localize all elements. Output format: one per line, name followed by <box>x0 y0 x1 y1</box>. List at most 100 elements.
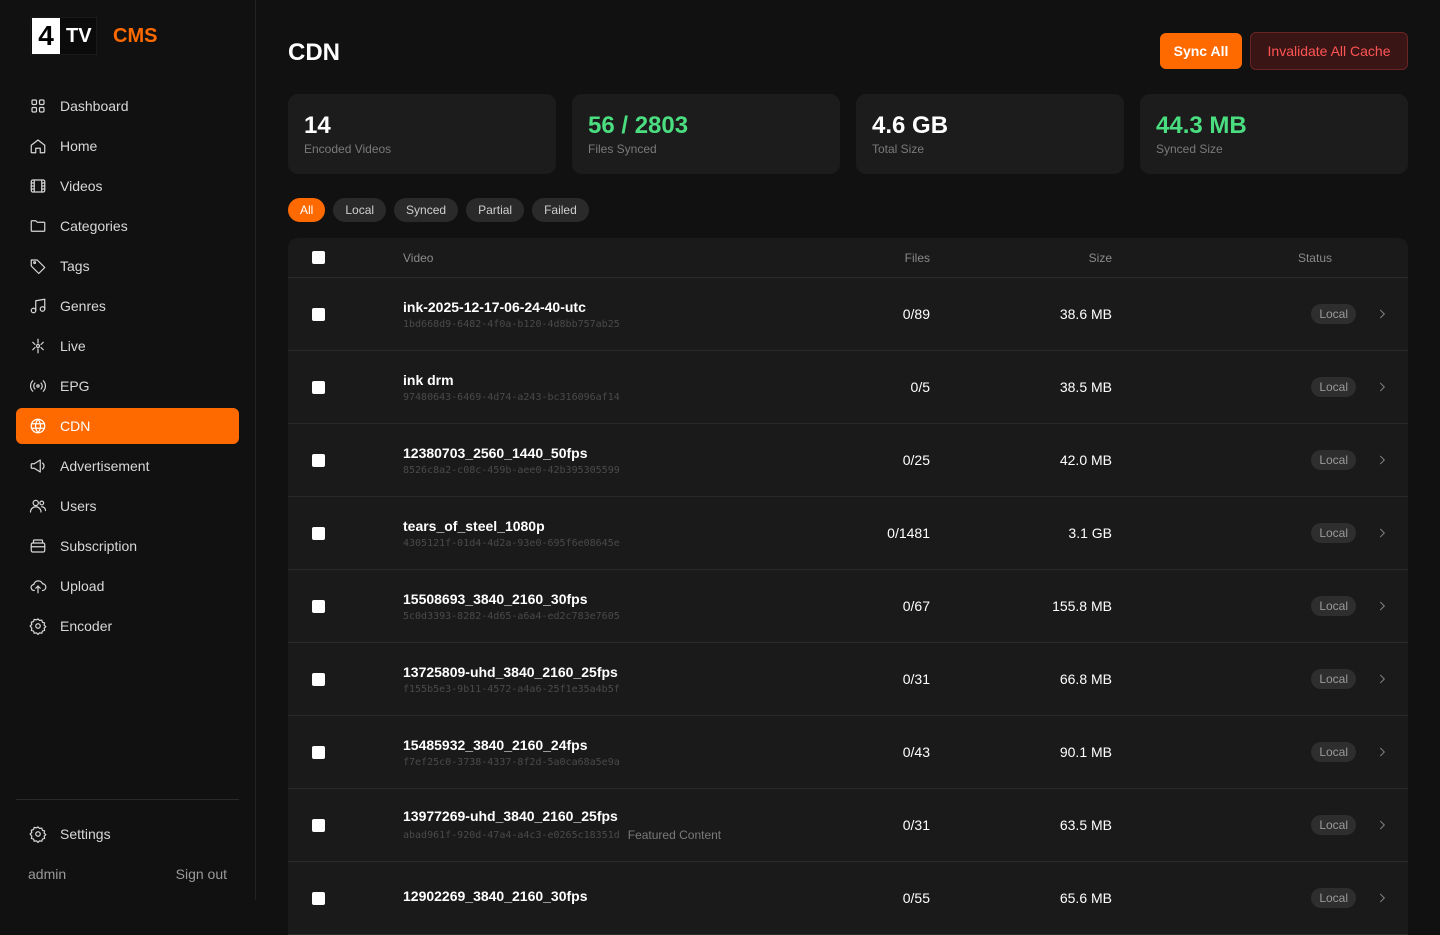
row-checkbox[interactable] <box>311 526 325 540</box>
app-logo[interactable]: 4 TV CMS <box>30 17 157 55</box>
filter-chip-all[interactable]: All <box>288 198 326 222</box>
sidebar-item-videos[interactable]: Videos <box>16 168 239 204</box>
size-cell: 63.5 MB <box>1059 817 1112 833</box>
files-cell: 0/25 <box>902 452 930 468</box>
stat-label: Encoded Videos <box>304 142 392 156</box>
video-cell: ink-2025-12-17-06-24-40-utc 1bd668d9-6482… <box>348 299 803 330</box>
chevron-right-icon[interactable] <box>1356 745 1408 759</box>
chevron-right-icon[interactable] <box>1356 891 1408 905</box>
wallet-icon <box>28 536 48 556</box>
cloud-upload-icon <box>28 576 48 596</box>
sign-out-link[interactable]: Sign out <box>176 866 227 882</box>
status-cell: Local <box>1112 888 1356 908</box>
video-meta: 97480643-6469-4d74-a243-bc316096af14 <box>403 392 803 403</box>
sidebar-item-dashboard[interactable]: Dashboard <box>16 88 239 124</box>
sidebar-item-epg[interactable]: EPG <box>16 368 239 404</box>
stat-card: 14 Encoded Videos <box>288 94 556 174</box>
sidebar-item-label: Videos <box>60 178 103 194</box>
files-cell: 0/31 <box>902 671 930 687</box>
chevron-right-icon[interactable] <box>1356 672 1408 686</box>
sidebar-item-encoder[interactable]: Encoder <box>16 608 239 644</box>
status-badge: Local <box>1311 304 1356 324</box>
sidebar-item-tags[interactable]: Tags <box>16 248 239 284</box>
status-filters: All Local Synced Partial Failed <box>288 198 589 222</box>
sidebar-item-label: Settings <box>60 826 111 842</box>
sidebar-item-cdn[interactable]: CDN <box>16 408 239 444</box>
status-cell: Local <box>1112 450 1356 470</box>
users-icon <box>28 496 48 516</box>
video-id: 97480643-6469-4d74-a243-bc316096af14 <box>403 391 620 403</box>
globe-icon <box>28 416 48 436</box>
video-meta: 5c0d3393-8282-4d65-a6a4-ed2c783e7605 <box>403 611 803 622</box>
select-all-checkbox[interactable] <box>311 251 325 264</box>
column-header-size: Size <box>1088 250 1112 265</box>
sync-all-button[interactable]: Sync All <box>1160 33 1242 69</box>
chevron-right-icon[interactable] <box>1356 599 1408 613</box>
table-row[interactable]: 15485932_3840_2160_24fps f7ef25c0-3738-43… <box>288 716 1408 789</box>
table-row[interactable]: 13725809-uhd_3840_2160_25fps f155b5e3-9b1… <box>288 643 1408 716</box>
sidebar-item-label: Dashboard <box>60 98 129 114</box>
files-cell: 0/43 <box>902 744 930 760</box>
sidebar-item-label: EPG <box>60 378 90 394</box>
video-id: 8526c8a2-c08c-459b-aee0-42b395305599 <box>403 464 620 476</box>
size-cell: 155.8 MB <box>1052 598 1112 614</box>
row-select-cell <box>288 891 348 905</box>
row-select-cell <box>288 380 348 394</box>
row-checkbox[interactable] <box>311 599 325 613</box>
sidebar-item-upload[interactable]: Upload <box>16 568 239 604</box>
sidebar-item-settings[interactable]: Settings <box>16 816 239 852</box>
filter-chip-synced[interactable]: Synced <box>394 198 459 222</box>
filter-chip-partial[interactable]: Partial <box>466 198 525 222</box>
home-icon <box>28 136 48 156</box>
sidebar-item-subscription[interactable]: Subscription <box>16 528 239 564</box>
sidebar-item-categories[interactable]: Categories <box>16 208 239 244</box>
current-user: admin <box>28 866 67 882</box>
broadcast-icon <box>28 376 48 396</box>
sidebar-item-label: Live <box>60 338 86 354</box>
stat-card: 56 / 2803 Files Synced <box>572 94 840 174</box>
chevron-right-icon[interactable] <box>1356 453 1408 467</box>
row-checkbox[interactable] <box>311 818 325 832</box>
sidebar-item-home[interactable]: Home <box>16 128 239 164</box>
chevron-right-icon[interactable] <box>1356 380 1408 394</box>
video-cell: 13725809-uhd_3840_2160_25fps f155b5e3-9b1… <box>348 664 803 695</box>
row-checkbox[interactable] <box>311 745 325 759</box>
stat-label: Total Size <box>872 142 925 156</box>
row-select-cell <box>288 599 348 613</box>
sidebar-item-users[interactable]: Users <box>16 488 239 524</box>
files-cell: 0/5 <box>910 379 930 395</box>
row-select-cell <box>288 526 348 540</box>
sidebar-divider <box>16 799 239 800</box>
video-cell: 12902269_3840_2160_30fps <box>348 888 803 908</box>
table-row[interactable]: 12902269_3840_2160_30fps 0/55 65.6 MB Local <box>288 862 1408 935</box>
sidebar-item-advertisement[interactable]: Advertisement <box>16 448 239 484</box>
cdn-table: Video Files Size Status ink-2025-12-17-0… <box>288 238 1408 935</box>
video-title: 13977269-uhd_3840_2160_25fps <box>403 808 618 824</box>
filter-chip-failed[interactable]: Failed <box>532 198 589 222</box>
sidebar-item-live[interactable]: Live <box>16 328 239 364</box>
row-checkbox[interactable] <box>311 307 325 321</box>
table-row[interactable]: 12380703_2560_1440_50fps 8526c8a2-c08c-45… <box>288 424 1408 497</box>
music-icon <box>28 296 48 316</box>
filter-chip-local[interactable]: Local <box>333 198 387 222</box>
table-row[interactable]: ink drm 97480643-6469-4d74-a243-bc316096a… <box>288 351 1408 424</box>
files-cell: 0/89 <box>902 306 930 322</box>
table-row[interactable]: 13977269-uhd_3840_2160_25fps abad961f-920… <box>288 789 1408 862</box>
chevron-right-icon[interactable] <box>1356 526 1408 540</box>
row-checkbox[interactable] <box>311 891 325 905</box>
row-checkbox[interactable] <box>311 672 325 686</box>
files-cell: 0/55 <box>902 890 930 906</box>
table-row[interactable]: ink-2025-12-17-06-24-40-utc 1bd668d9-6482… <box>288 278 1408 351</box>
status-cell: Local <box>1112 596 1356 616</box>
sidebar-item-genres[interactable]: Genres <box>16 288 239 324</box>
row-checkbox[interactable] <box>311 380 325 394</box>
video-cell: 15485932_3840_2160_24fps f7ef25c0-3738-43… <box>348 737 803 768</box>
video-id: 4305121f-01d4-4d2a-93e0-695f6e08645e <box>403 537 620 549</box>
stat-value: 14 <box>304 112 331 139</box>
chevron-right-icon[interactable] <box>1356 818 1408 832</box>
chevron-right-icon[interactable] <box>1356 307 1408 321</box>
table-row[interactable]: 15508693_3840_2160_30fps 5c0d3393-8282-4d… <box>288 570 1408 643</box>
table-row[interactable]: tears_of_steel_1080p 4305121f-01d4-4d2a-9… <box>288 497 1408 570</box>
invalidate-cache-button[interactable]: Invalidate All Cache <box>1250 32 1408 70</box>
row-checkbox[interactable] <box>311 453 325 467</box>
